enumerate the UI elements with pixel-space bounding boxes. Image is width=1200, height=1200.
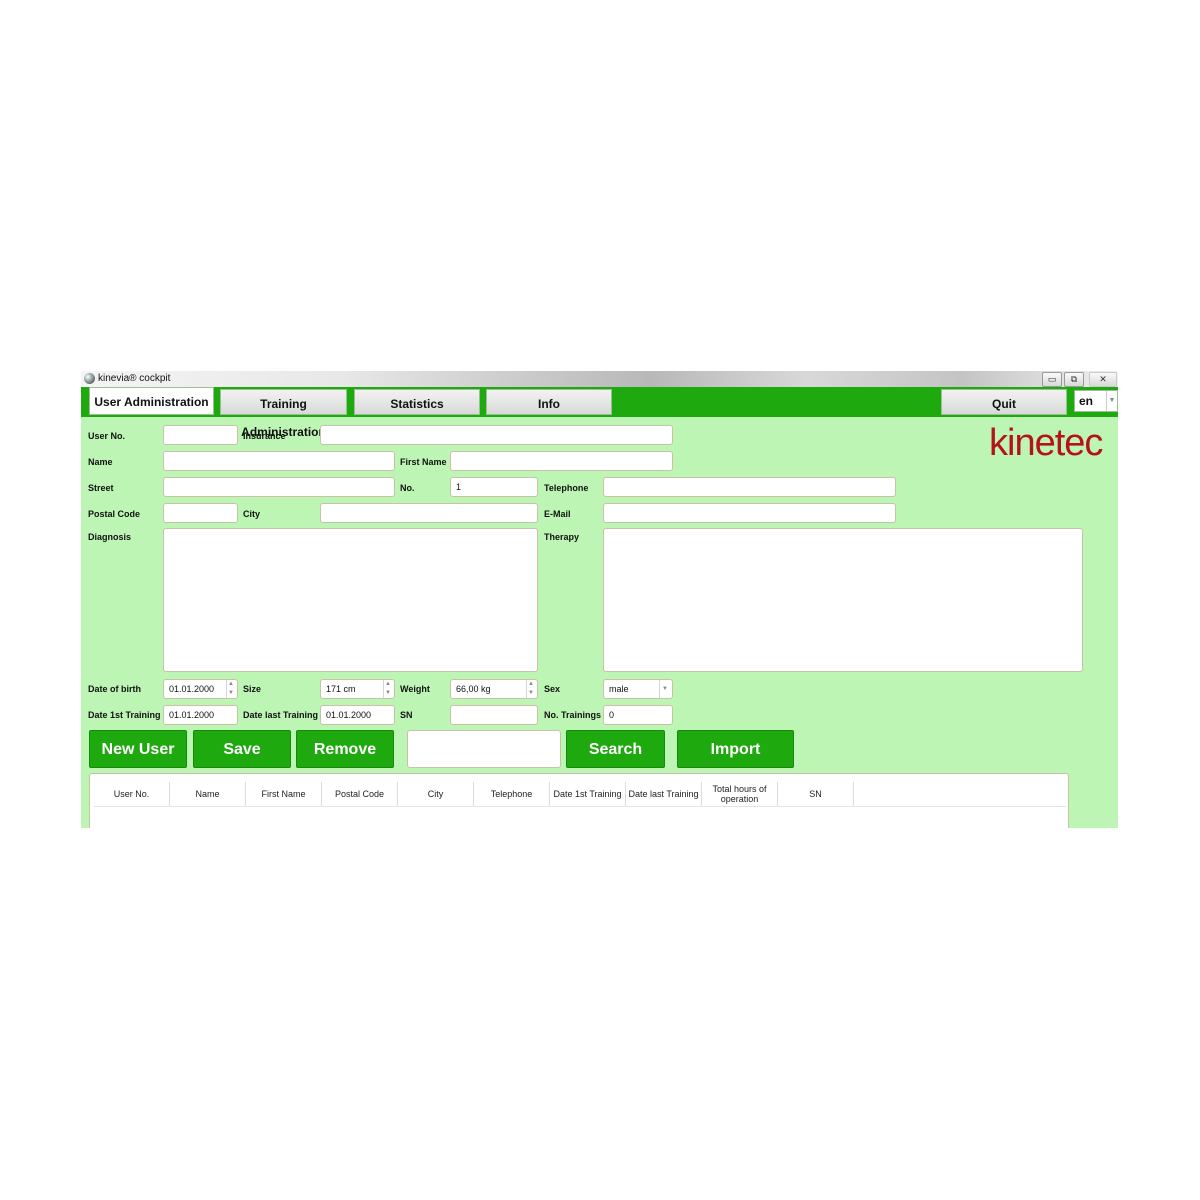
weight-spinner[interactable]: ▲ ▼	[526, 680, 537, 698]
new-user-button[interactable]: New User	[89, 730, 187, 768]
close-icon[interactable]: ✕	[1089, 372, 1117, 387]
size-value: 171 cm	[326, 684, 356, 694]
tab-bar: User Administration Training Administrat…	[81, 387, 1118, 439]
house-no-input[interactable]: 1	[450, 477, 538, 497]
sex-label: Sex	[544, 684, 561, 694]
no-trainings-label: No. Trainings	[544, 710, 602, 720]
tab-user-administration[interactable]: User Administration	[89, 387, 214, 415]
window-title: kinevia® cockpit	[98, 373, 171, 384]
import-training-button[interactable]: Import Training	[677, 730, 794, 796]
city-input[interactable]	[320, 503, 538, 523]
city-label: City	[243, 509, 261, 519]
date-of-birth-spinner[interactable]: ▲ ▼	[226, 680, 237, 698]
size-input[interactable]: 171 cm ▲ ▼	[320, 679, 395, 699]
column-header-city[interactable]: City	[398, 782, 474, 806]
column-header-total-hours[interactable]: Total hours of operation	[702, 782, 778, 806]
telephone-label: Telephone	[544, 483, 589, 493]
save-button[interactable]: Save	[193, 730, 291, 768]
postal-code-label: Postal Code	[88, 509, 141, 519]
app-window: kinevia® cockpit ▭ ⧉ ✕ User Administrati…	[81, 371, 1118, 828]
user-no-input[interactable]	[163, 425, 238, 445]
insurance-label: Insurance	[243, 431, 286, 441]
column-header-name[interactable]: Name	[170, 782, 246, 806]
first-name-input[interactable]	[450, 451, 673, 471]
sn-label: SN	[400, 710, 413, 720]
remove-button[interactable]: Remove	[296, 730, 394, 768]
sex-value: male	[609, 684, 629, 694]
column-header-postal-code[interactable]: Postal Code	[322, 782, 398, 806]
date-of-birth-input[interactable]: 01.01.2000 ▲ ▼	[163, 679, 238, 699]
minimize-icon[interactable]: ▭	[1042, 372, 1062, 387]
chevron-down-icon: ▼	[662, 686, 668, 692]
kinetec-logo: kinetec	[989, 422, 1103, 464]
column-header-telephone[interactable]: Telephone	[474, 782, 550, 806]
sex-dropdown[interactable]: ▼	[659, 680, 672, 698]
search-input[interactable]	[407, 730, 561, 768]
column-header-date-last-training[interactable]: Date last Training	[626, 782, 702, 806]
column-header-date-first-training[interactable]: Date 1st Training	[550, 782, 626, 806]
house-no-label: No.	[400, 483, 415, 493]
user-table[interactable]: User No. Name First Name Postal Code Cit…	[89, 773, 1069, 828]
size-spinner[interactable]: ▲ ▼	[383, 680, 394, 698]
chevron-down-icon: ▼	[1106, 391, 1117, 411]
email-label: E-Mail	[544, 509, 571, 519]
first-name-label: First Name	[400, 457, 447, 467]
sex-select[interactable]: male ▼	[603, 679, 673, 699]
size-label: Size	[243, 684, 262, 694]
diagnosis-label: Diagnosis	[88, 532, 132, 542]
date-of-birth-value: 01.01.2000	[169, 684, 215, 694]
tab-statistics[interactable]: Statistics	[354, 389, 480, 415]
name-label: Name	[88, 457, 113, 467]
search-button[interactable]: Search	[566, 730, 665, 768]
tab-training-administration[interactable]: Training Administration	[220, 389, 347, 439]
restore-icon[interactable]: ⧉	[1064, 372, 1084, 387]
weight-value: 66,00 kg	[456, 684, 491, 694]
street-label: Street	[88, 483, 114, 493]
therapy-label: Therapy	[544, 532, 580, 542]
user-no-label: User No.	[88, 431, 126, 441]
spin-up-icon[interactable]: ▲	[528, 680, 534, 688]
column-header-first-name[interactable]: First Name	[246, 782, 322, 806]
tab-info[interactable]: Info	[486, 389, 612, 415]
date-of-birth-label: Date of birth	[88, 684, 141, 694]
spin-down-icon[interactable]: ▼	[528, 689, 534, 697]
app-icon	[84, 373, 95, 384]
date-last-training-input[interactable]: 01.01.2000	[320, 705, 395, 725]
header-divider	[94, 806, 1066, 807]
telephone-input[interactable]	[603, 477, 896, 497]
therapy-textarea[interactable]	[603, 528, 1083, 672]
diagnosis-textarea[interactable]	[163, 528, 538, 672]
date-first-training-label: Date 1st Training	[88, 710, 161, 720]
column-header-sn[interactable]: SN	[778, 782, 854, 806]
language-value: en	[1079, 394, 1094, 408]
postal-code-input[interactable]	[163, 503, 238, 523]
sn-input[interactable]	[450, 705, 538, 725]
no-trainings-input[interactable]: 0	[603, 705, 673, 725]
spin-up-icon[interactable]: ▲	[385, 680, 391, 688]
quit-button[interactable]: Quit	[941, 389, 1067, 415]
street-input[interactable]	[163, 477, 395, 497]
insurance-input[interactable]	[320, 425, 673, 445]
email-input[interactable]	[603, 503, 896, 523]
language-select[interactable]: en ▼	[1074, 390, 1118, 412]
column-header-user-no[interactable]: User No.	[94, 782, 170, 806]
date-last-training-label: Date last Training	[243, 710, 319, 720]
spin-up-icon[interactable]: ▲	[228, 680, 234, 688]
date-first-training-input[interactable]: 01.01.2000	[163, 705, 238, 725]
name-input[interactable]	[163, 451, 395, 471]
weight-input[interactable]: 66,00 kg ▲ ▼	[450, 679, 538, 699]
title-bar[interactable]: kinevia® cockpit ▭ ⧉ ✕	[81, 371, 1118, 387]
weight-label: Weight	[400, 684, 430, 694]
spin-down-icon[interactable]: ▼	[385, 689, 391, 697]
spin-down-icon[interactable]: ▼	[228, 689, 234, 697]
